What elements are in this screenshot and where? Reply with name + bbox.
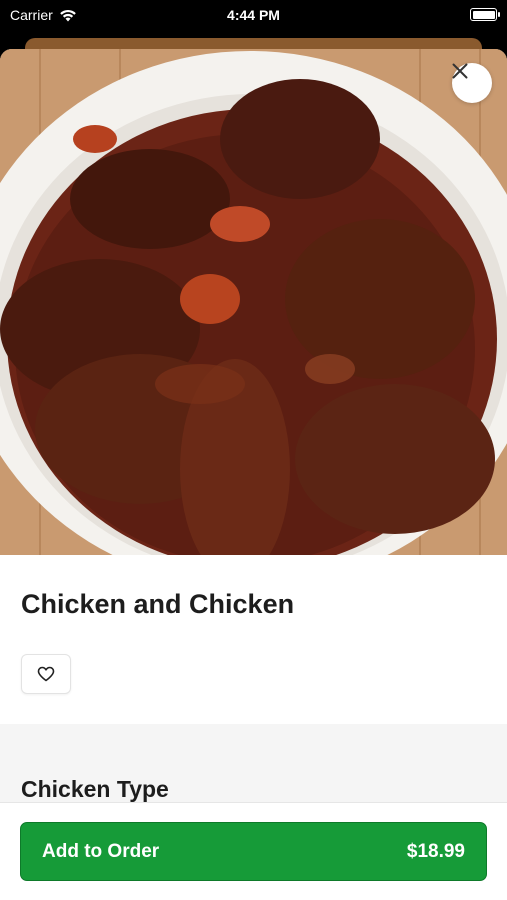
- item-title: Chicken and Chicken: [21, 589, 295, 619]
- section-title: Chicken Type: [21, 776, 169, 802]
- add-to-order-label: Add to Order: [42, 840, 160, 862]
- item-photo: [0, 49, 507, 555]
- order-price: $18.99: [406, 840, 465, 862]
- heart-icon: [37, 666, 55, 682]
- status-time: 4:44 PM: [227, 7, 280, 23]
- add-to-order-button[interactable]: Add to Order $18.99: [20, 822, 487, 881]
- status-bar: Carrier 4:44 PM: [0, 0, 507, 30]
- close-icon: [452, 63, 468, 79]
- battery-icon: [470, 8, 500, 21]
- close-button[interactable]: [452, 63, 492, 103]
- bottom-bar: Add to Order $18.99: [0, 802, 507, 900]
- item-detail-sheet: Chicken and Chicken Chicken Type Add to …: [0, 49, 507, 900]
- favorite-button[interactable]: [21, 654, 71, 694]
